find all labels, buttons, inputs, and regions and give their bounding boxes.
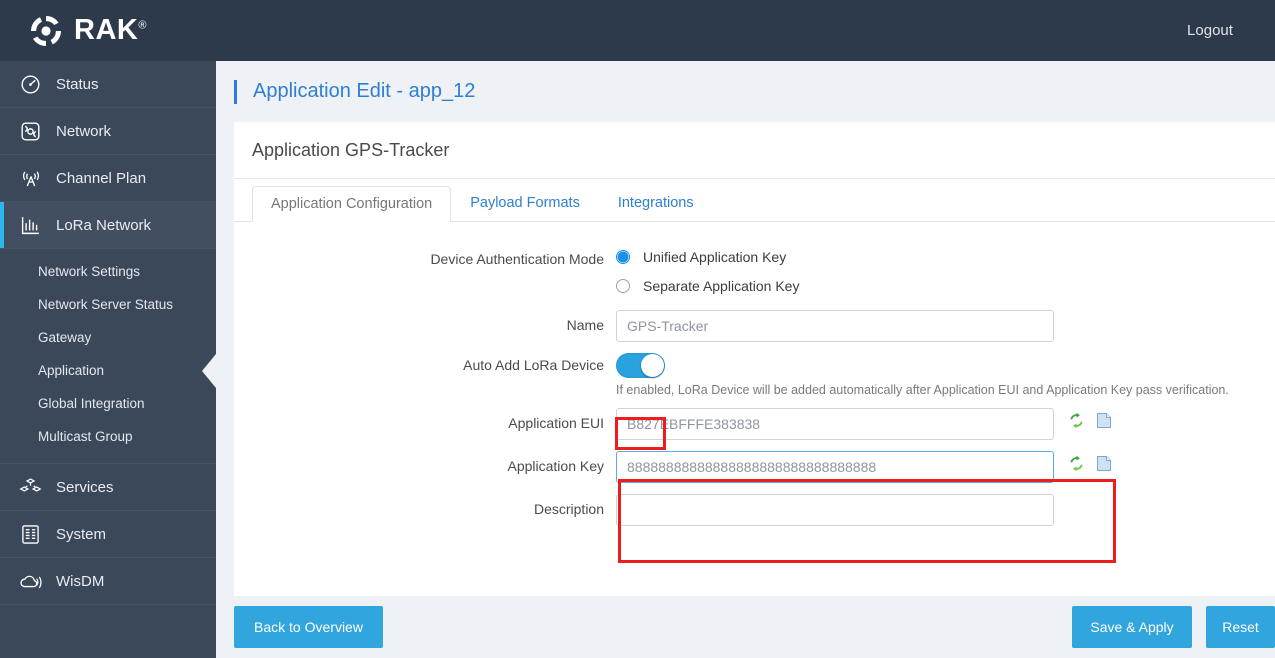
- app-key-actions: [1068, 455, 1114, 473]
- application-eui-input[interactable]: [616, 408, 1054, 440]
- brand-name: RAK®: [74, 14, 147, 47]
- antenna-tower-icon: [18, 167, 43, 189]
- sidebar-item-network-server-status[interactable]: Network Server Status: [0, 288, 216, 321]
- reset-button[interactable]: Reset: [1206, 606, 1275, 648]
- footer-actions: Back to Overview Save & Apply Reset: [234, 606, 1275, 658]
- sidebar-item-network-settings[interactable]: Network Settings: [0, 255, 216, 288]
- sidebar-item-channel-plan[interactable]: Channel Plan: [0, 155, 216, 202]
- radio-separate-application-key[interactable]: [616, 279, 630, 293]
- auto-add-hint: If enabled, LoRa Device will be added au…: [616, 383, 1229, 397]
- brand-registered-mark: ®: [138, 19, 147, 32]
- sidebar-item-label: Network: [56, 122, 112, 140]
- sidebar-subitem-label: Multicast Group: [38, 429, 133, 444]
- sidebar-item-label: LoRa Network: [56, 216, 152, 234]
- app-eui-actions: [1068, 412, 1114, 430]
- title-accent-bar: [234, 79, 237, 104]
- auto-add-lora-device-toggle[interactable]: [616, 353, 665, 378]
- name-label: Name: [566, 317, 604, 333]
- toggle-knob: [641, 354, 664, 377]
- globe-network-icon: [18, 120, 43, 142]
- sidebar-item-network[interactable]: Network: [0, 108, 216, 155]
- form-row-auth-mode: Device Authentication Mode Unified Appli…: [234, 244, 1275, 299]
- sidebar-subitem-label: Global Integration: [38, 396, 145, 411]
- app-key-label: Application Key: [507, 458, 604, 474]
- sidebar-item-lora-network[interactable]: LoRa Network: [0, 202, 216, 249]
- radio-separate-label: Separate Application Key: [643, 278, 800, 294]
- sidebar-item-multicast-group[interactable]: Multicast Group: [0, 420, 216, 453]
- app-eui-field-wrap: [616, 408, 1275, 440]
- copy-clipboard-icon[interactable]: [1096, 412, 1114, 430]
- auth-mode-label: Device Authentication Mode: [430, 251, 604, 267]
- form-row-app-key: Application Key: [234, 451, 1275, 483]
- main-content: Application Edit - app_12 Application GP…: [216, 61, 1275, 658]
- tab-application-configuration[interactable]: Application Configuration: [252, 186, 452, 222]
- sidebar-item-status[interactable]: Status: [0, 61, 216, 108]
- auth-mode-options: Unified Application Key Separate Applica…: [616, 244, 1275, 299]
- tab-integrations[interactable]: Integrations: [599, 185, 713, 221]
- copy-clipboard-icon[interactable]: [1096, 455, 1114, 473]
- form-row-app-eui: Application EUI: [234, 408, 1275, 440]
- sidebar-item-label: Status: [56, 75, 99, 93]
- name-field-wrap: [616, 310, 1275, 342]
- auto-add-label: Auto Add LoRa Device: [463, 357, 604, 373]
- name-input[interactable]: [616, 310, 1054, 342]
- tab-bar: Application Configuration Payload Format…: [234, 179, 1275, 222]
- page-title-bar: Application Edit - app_12: [216, 61, 1275, 122]
- panel-heading: Application GPS-Tracker: [234, 122, 1275, 179]
- server-list-icon: [18, 523, 43, 545]
- bar-chart-icon: [18, 214, 43, 236]
- form-row-name: Name: [234, 310, 1275, 342]
- description-label: Description: [533, 501, 604, 517]
- sidebar-subitem-label: Gateway: [38, 330, 92, 345]
- app-eui-label: Application EUI: [508, 415, 604, 431]
- refresh-generate-icon[interactable]: [1068, 455, 1086, 473]
- radio-option-unified[interactable]: Unified Application Key: [616, 244, 1275, 270]
- brand-label: RAK: [74, 14, 139, 46]
- save-and-apply-button[interactable]: Save & Apply: [1072, 606, 1192, 648]
- sidebar-subitem-label: Network Server Status: [38, 297, 174, 312]
- radio-unified-application-key[interactable]: [616, 250, 630, 264]
- cloud-signal-icon: [18, 570, 43, 592]
- sidebar-item-gateway[interactable]: Gateway: [0, 321, 216, 354]
- application-key-input[interactable]: [616, 451, 1054, 483]
- sidebar-item-global-integration[interactable]: Global Integration: [0, 387, 216, 420]
- radio-unified-label: Unified Application Key: [643, 249, 787, 265]
- sidebar-item-label: Channel Plan: [56, 169, 147, 187]
- sidebar-item-services[interactable]: Services: [0, 464, 216, 511]
- top-bar: RAK® Logout: [0, 0, 1275, 61]
- sidebar-item-label: WisDM: [56, 572, 105, 590]
- refresh-generate-icon[interactable]: [1068, 412, 1086, 430]
- sidebar: Status Network Channel Plan LoRa Network: [0, 61, 216, 658]
- auto-add-field-wrap: If enabled, LoRa Device will be added au…: [616, 353, 1275, 397]
- rak-swirl-logo-icon: [28, 13, 64, 49]
- form-row-auto-add: Auto Add LoRa Device If enabled, LoRa De…: [234, 353, 1275, 397]
- sidebar-subnav-lora: Network Settings Network Server Status G…: [0, 249, 216, 464]
- sidebar-subitem-label: Application: [38, 363, 105, 378]
- sidebar-item-system[interactable]: System: [0, 511, 216, 558]
- description-input[interactable]: [616, 494, 1054, 526]
- sidebar-item-label: System: [56, 525, 107, 543]
- sidebar-subitem-label: Network Settings: [38, 264, 141, 279]
- app-key-field-wrap: [616, 451, 1275, 483]
- cubes-icon: [18, 476, 43, 498]
- brand: RAK®: [28, 13, 147, 49]
- logout-button[interactable]: Logout: [1145, 0, 1275, 61]
- description-field-wrap: [616, 494, 1275, 526]
- tab-payload-formats[interactable]: Payload Formats: [451, 185, 599, 221]
- application-edit-panel: Application GPS-Tracker Application Conf…: [234, 122, 1275, 596]
- page-title: Application Edit - app_12: [253, 80, 476, 102]
- radio-option-separate[interactable]: Separate Application Key: [616, 273, 1275, 299]
- sidebar-item-application[interactable]: Application: [0, 354, 216, 387]
- sidebar-item-wisdm[interactable]: WisDM: [0, 558, 216, 605]
- form-row-description: Description: [234, 494, 1275, 526]
- sidebar-item-label: Services: [56, 478, 114, 496]
- back-to-overview-button[interactable]: Back to Overview: [234, 606, 383, 648]
- application-configuration-form: Device Authentication Mode Unified Appli…: [234, 222, 1275, 526]
- speedometer-icon: [18, 73, 43, 95]
